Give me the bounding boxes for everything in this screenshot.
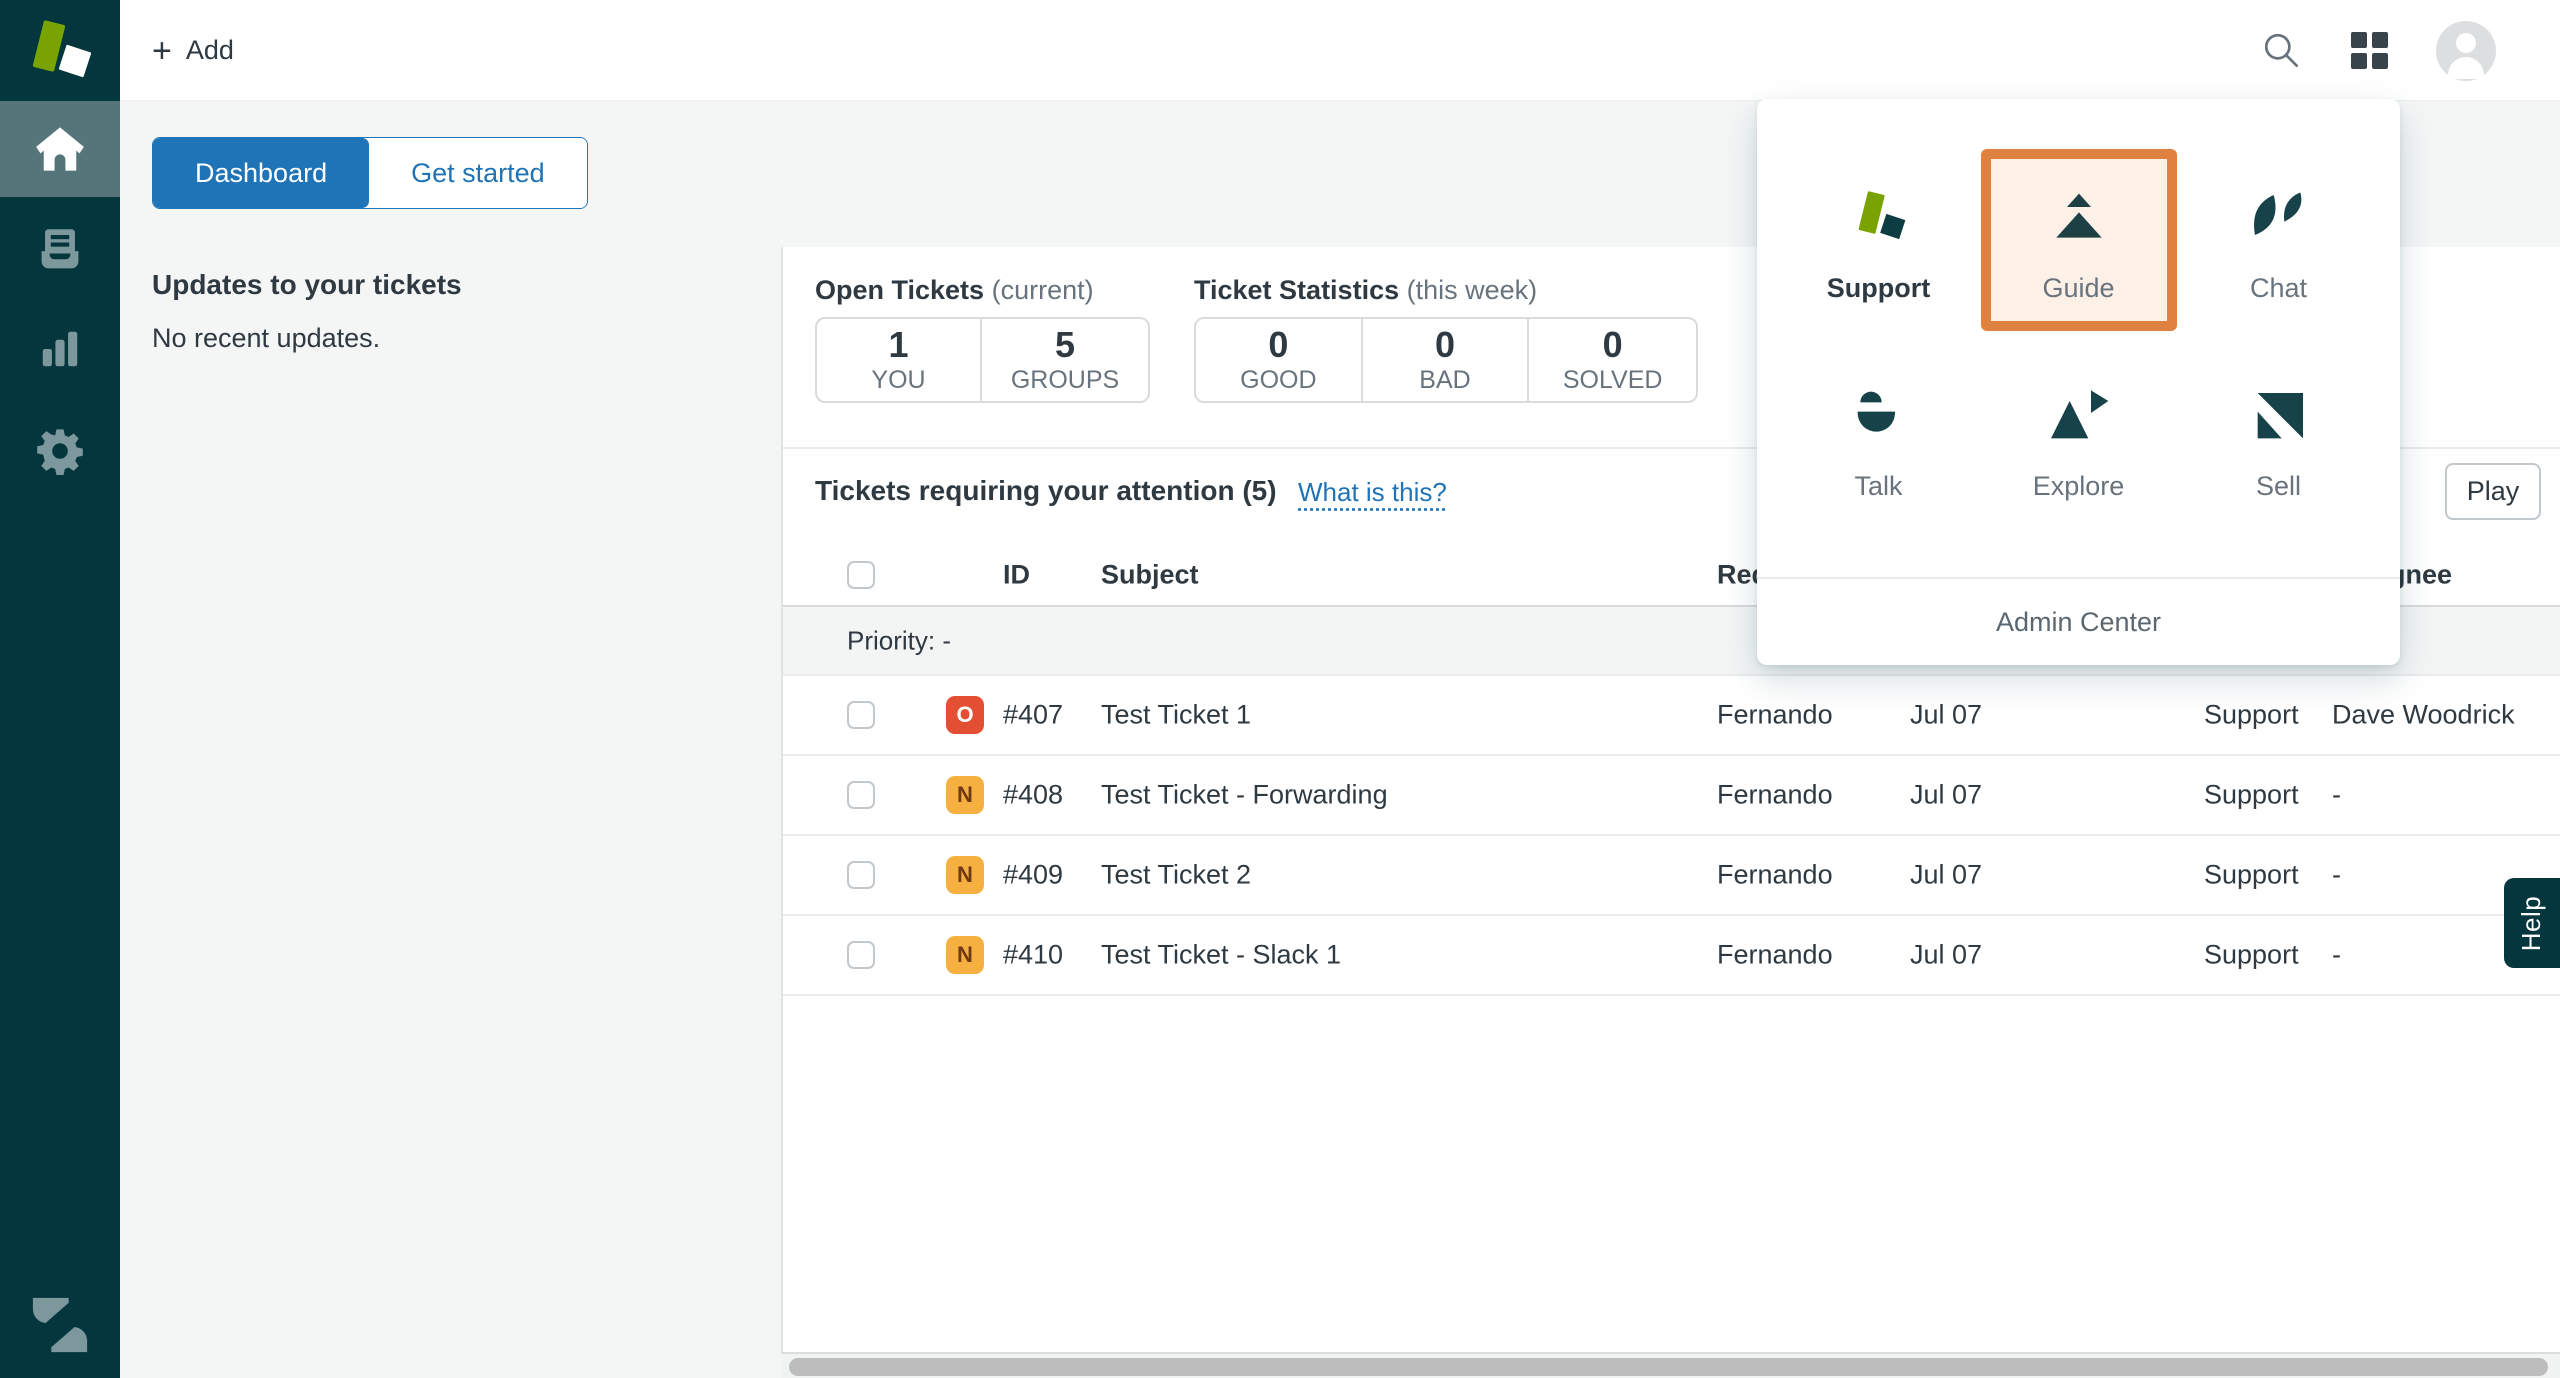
horizontal-scrollbar	[781, 1352, 2560, 1378]
sidebar-item-views[interactable]	[0, 214, 120, 286]
views-icon	[37, 227, 83, 273]
updates-empty-text: No recent updates.	[152, 323, 380, 354]
topbar: + Add	[120, 0, 2560, 101]
ticket-group: Support	[2204, 860, 2299, 891]
guide-icon	[2047, 171, 2111, 267]
open-tickets-label: Open Tickets (current)	[815, 275, 1094, 306]
explore-icon	[2047, 369, 2111, 465]
support-icon	[1847, 171, 1911, 267]
row-checkbox[interactable]	[847, 781, 875, 809]
help-tab[interactable]: Help	[2504, 878, 2560, 968]
tab-get-started[interactable]: Get started	[369, 138, 587, 208]
avatar-person-icon	[2456, 33, 2476, 53]
col-subject: Subject	[1101, 560, 1199, 591]
zendesk-support-logo-icon[interactable]	[0, 0, 120, 101]
ticket-requester: Fernando	[1717, 700, 1833, 731]
open-tickets-card: 1 YOU 5 GROUPS	[815, 317, 1150, 403]
ticket-id: #410	[1003, 940, 1063, 971]
sidebar-item-reports[interactable]	[0, 313, 120, 385]
add-button[interactable]: + Add	[152, 0, 234, 101]
stat-good[interactable]: 0 GOOD	[1196, 319, 1363, 401]
stat-solved[interactable]: 0 SOLVED	[1529, 319, 1696, 401]
ticket-subject[interactable]: Test Ticket - Slack 1	[1101, 940, 1341, 971]
scrollbar-thumb[interactable]	[789, 1358, 2548, 1376]
table-row[interactable]: N #410 Test Ticket - Slack 1 Fernando Ju…	[783, 916, 2560, 996]
tray-item-sell[interactable]: Sell	[2181, 347, 2377, 529]
col-id: ID	[1003, 560, 1030, 591]
plus-icon: +	[152, 34, 172, 68]
play-button[interactable]: Play	[2445, 463, 2541, 520]
status-badge-open: O	[946, 696, 984, 734]
stat-bad[interactable]: 0 BAD	[1363, 319, 1530, 401]
row-checkbox[interactable]	[847, 701, 875, 729]
search-icon[interactable]	[2261, 30, 2303, 72]
ticket-date: Jul 07	[1910, 860, 1982, 891]
ticket-assignee: Dave Woodrick	[2332, 700, 2515, 731]
ticket-requester: Fernando	[1717, 860, 1833, 891]
avatar[interactable]	[2436, 21, 2496, 81]
tab-dashboard[interactable]: Dashboard	[153, 138, 369, 208]
stat-open-groups[interactable]: 5 GROUPS	[982, 319, 1148, 401]
ticket-assignee: -	[2332, 860, 2341, 891]
status-badge-new: N	[946, 776, 984, 814]
apps-grid-icon[interactable]	[2351, 32, 2388, 69]
status-badge-new: N	[946, 936, 984, 974]
updates-heading: Updates to your tickets	[152, 269, 462, 301]
tray-item-explore[interactable]: Explore	[1981, 347, 2177, 529]
ticket-assignee: -	[2332, 940, 2341, 971]
stat-open-you[interactable]: 1 YOU	[817, 319, 982, 401]
ticket-assignee: -	[2332, 780, 2341, 811]
sidebar	[0, 0, 120, 1378]
row-checkbox[interactable]	[847, 941, 875, 969]
table-row[interactable]: O #407 Test Ticket 1 Fernando Jul 07 Sup…	[783, 676, 2560, 756]
ticket-subject[interactable]: Test Ticket 1	[1101, 700, 1251, 731]
sidebar-item-home[interactable]	[0, 101, 120, 197]
ticket-group: Support	[2204, 940, 2299, 971]
reports-icon	[37, 326, 83, 372]
admin-center-link[interactable]: Admin Center	[1757, 577, 2400, 665]
ticket-requester: Fernando	[1717, 780, 1833, 811]
tray-item-support[interactable]: Support	[1781, 149, 1977, 331]
sidebar-item-settings[interactable]	[0, 415, 120, 487]
status-badge-new: N	[946, 856, 984, 894]
ticket-statistics-label: Ticket Statistics (this week)	[1194, 275, 1537, 306]
ticket-group: Support	[2204, 700, 2299, 731]
ticket-date: Jul 07	[1910, 780, 1982, 811]
ticket-group: Support	[2204, 780, 2299, 811]
ticket-subject[interactable]: Test Ticket 2	[1101, 860, 1251, 891]
ticket-id: #407	[1003, 700, 1063, 731]
tray-item-guide[interactable]: Guide	[1981, 149, 2177, 331]
gear-icon	[36, 427, 84, 475]
talk-icon	[1847, 369, 1911, 465]
sell-icon	[2247, 369, 2311, 465]
dashboard-tabs: Dashboard Get started	[152, 137, 588, 209]
add-label: Add	[186, 35, 234, 66]
ticket-subject[interactable]: Test Ticket - Forwarding	[1101, 780, 1388, 811]
ticket-requester: Fernando	[1717, 940, 1833, 971]
ticket-statistics-card: 0 GOOD 0 BAD 0 SOLVED	[1194, 317, 1698, 403]
tray-item-chat[interactable]: Chat	[2181, 149, 2377, 331]
what-is-this-link[interactable]: What is this?	[1298, 477, 1447, 508]
product-tray-popup: Support Guide Chat	[1757, 99, 2400, 665]
ticket-date: Jul 07	[1910, 940, 1982, 971]
select-all-checkbox[interactable]	[847, 561, 875, 589]
tray-item-talk[interactable]: Talk	[1781, 347, 1977, 529]
table-row[interactable]: N #409 Test Ticket 2 Fernando Jul 07 Sup…	[783, 836, 2560, 916]
zendesk-logo-icon	[0, 1294, 120, 1356]
ticket-date: Jul 07	[1910, 700, 1982, 731]
ticket-id: #408	[1003, 780, 1063, 811]
ticket-id: #409	[1003, 860, 1063, 891]
home-icon	[34, 125, 86, 173]
attention-heading: Tickets requiring your attention (5)	[815, 475, 1277, 507]
updates-panel: Updates to your tickets No recent update…	[120, 247, 781, 1378]
table-row[interactable]: N #408 Test Ticket - Forwarding Fernando…	[783, 756, 2560, 836]
zendesk-dashboard: + Add Dashboard Get started Updates to y…	[0, 0, 2560, 1378]
ticket-rows: O #407 Test Ticket 1 Fernando Jul 07 Sup…	[783, 676, 2560, 996]
chat-icon	[2247, 171, 2311, 267]
row-checkbox[interactable]	[847, 861, 875, 889]
